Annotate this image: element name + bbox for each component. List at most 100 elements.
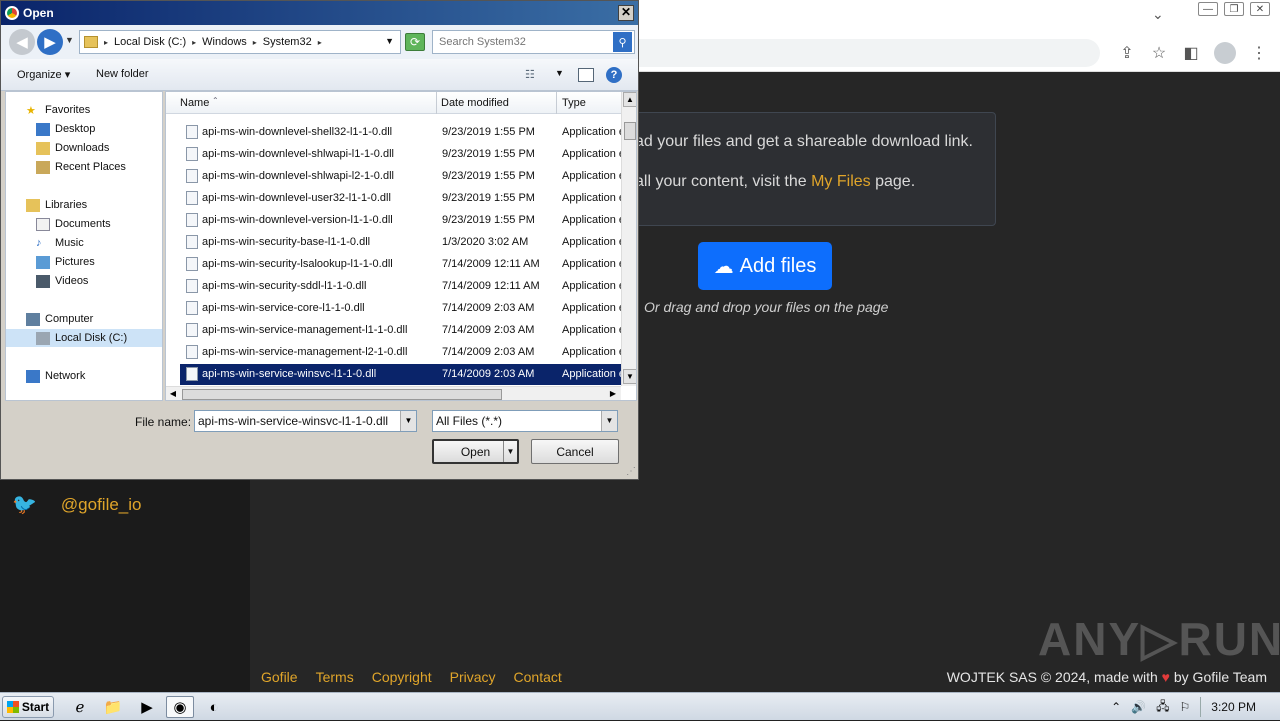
chrome-icon[interactable]: ◉ xyxy=(166,696,194,718)
view-dropdown-icon[interactable]: ▼ xyxy=(555,68,564,78)
file-row[interactable]: api-ms-win-service-management-l2-1-0.dll… xyxy=(180,342,625,363)
file-row[interactable]: api-ms-win-downlevel-shlwapi-l1-1-0.dll 9… xyxy=(180,144,625,165)
my-files-link[interactable]: My Files xyxy=(811,173,871,190)
file-name-dropdown-icon[interactable]: ▼ xyxy=(400,411,416,431)
twitter-link[interactable]: 🐦 @gofile_io xyxy=(12,492,142,517)
scroll-down-icon[interactable]: ▼ xyxy=(623,369,636,384)
media-player-icon[interactable]: ▶ xyxy=(133,696,161,718)
resize-grip-icon[interactable]: ⋰ xyxy=(626,466,636,477)
nav-local-disk[interactable]: Local Disk (C:) xyxy=(6,329,162,347)
share-icon[interactable]: ⇪ xyxy=(1118,43,1136,63)
crumb-system32[interactable]: System32 xyxy=(263,36,312,48)
twitter-handle[interactable]: @gofile_io xyxy=(61,495,142,515)
vertical-scrollbar[interactable]: ▲ ▼ xyxy=(621,92,636,386)
nav-desktop[interactable]: Desktop xyxy=(36,120,95,138)
open-button[interactable]: Open ▼ xyxy=(432,439,519,464)
column-name[interactable]: Name xyxy=(180,97,209,109)
nav-computer[interactable]: Computer xyxy=(26,310,93,328)
nav-pictures[interactable]: Pictures xyxy=(36,253,95,271)
breadcrumb[interactable]: ▸ Local Disk (C:) ▸ Windows ▸ System32 ▸… xyxy=(79,30,401,54)
file-row[interactable]: api-ms-win-security-sddl-l1-1-0.dll 7/14/… xyxy=(180,276,625,297)
footer-link-gofile[interactable]: Gofile xyxy=(261,669,298,685)
chevron-right-icon[interactable]: ▸ xyxy=(192,38,196,47)
address-dropdown-icon[interactable]: ▼ xyxy=(385,36,394,46)
file-name-input[interactable] xyxy=(195,411,400,431)
close-icon[interactable]: ✕ xyxy=(1250,2,1270,16)
nav-documents[interactable]: Documents xyxy=(36,215,111,233)
filter-dropdown-icon[interactable]: ▼ xyxy=(601,411,617,431)
vertical-scroll-thumb[interactable] xyxy=(624,122,636,140)
forward-button[interactable]: ▶ xyxy=(37,29,63,55)
file-row[interactable]: api-ms-win-downlevel-version-l1-1-0.dll 9… xyxy=(180,210,625,231)
minimize-icon[interactable]: — xyxy=(1198,2,1218,16)
recent-locations-dropdown[interactable]: ▼ xyxy=(65,35,74,45)
refresh-button[interactable]: ⟳ xyxy=(405,33,425,51)
sidebar-icon[interactable]: ◧ xyxy=(1182,43,1200,63)
address-bar[interactable] xyxy=(600,39,1100,67)
file-name-combobox[interactable]: ▼ xyxy=(194,410,417,432)
menu-icon[interactable]: ⋮ xyxy=(1250,43,1268,63)
crumb-windows[interactable]: Windows xyxy=(202,36,247,48)
column-divider[interactable] xyxy=(436,92,437,114)
help-icon[interactable]: ? xyxy=(606,67,622,83)
clock[interactable]: 3:20 PM xyxy=(1211,700,1256,714)
dialog-close-button[interactable]: ✕ xyxy=(618,5,634,21)
chevron-right-icon[interactable]: ▸ xyxy=(318,38,322,47)
nav-downloads[interactable]: Downloads xyxy=(36,139,109,157)
action-center-flag-icon[interactable]: ⚐ xyxy=(1180,700,1191,714)
chevron-right-icon[interactable]: ▸ xyxy=(253,38,257,47)
nav-favorites[interactable]: ★ Favorites xyxy=(26,101,90,119)
internet-explorer-icon[interactable]: ℯ xyxy=(66,696,94,718)
file-row[interactable]: api-ms-win-service-management-l1-1-0.dll… xyxy=(180,320,625,341)
footer-link-terms[interactable]: Terms xyxy=(316,669,354,685)
scroll-right-icon[interactable]: ▶ xyxy=(606,387,620,400)
profile-icon[interactable] xyxy=(1214,42,1236,64)
file-row[interactable]: api-ms-win-security-lsalookup-l1-1-0.dll… xyxy=(180,254,625,275)
column-divider[interactable] xyxy=(556,92,557,114)
add-files-button[interactable]: ☁ Add files xyxy=(698,242,832,290)
cancel-button[interactable]: Cancel xyxy=(531,439,619,464)
edge-icon[interactable]: ◐ xyxy=(200,696,228,718)
scroll-left-icon[interactable]: ◀ xyxy=(166,387,180,400)
file-type-filter[interactable]: All Files (*.*) ▼ xyxy=(432,410,618,432)
view-options-icon[interactable]: ☷ xyxy=(525,68,535,81)
organize-button[interactable]: Organize ▾ xyxy=(17,68,70,81)
horizontal-scrollbar[interactable]: ◀ ▶ xyxy=(166,386,621,400)
file-row[interactable]: api-ms-win-service-core-l1-1-0.dll 7/14/2… xyxy=(180,298,625,319)
file-explorer-icon[interactable]: 📁 xyxy=(99,696,127,718)
file-row[interactable]: api-ms-win-downlevel-shlwapi-l2-1-0.dll 9… xyxy=(180,166,625,187)
restore-icon[interactable]: ❐ xyxy=(1224,2,1244,16)
chevron-right-icon[interactable]: ▸ xyxy=(104,38,108,47)
nav-network[interactable]: Network xyxy=(26,367,85,385)
back-button[interactable]: ◀ xyxy=(9,29,35,55)
new-folder-button[interactable]: New folder xyxy=(96,68,149,80)
search-input[interactable] xyxy=(433,31,613,53)
column-date[interactable]: Date modified xyxy=(441,97,509,109)
star-icon[interactable]: ☆ xyxy=(1150,43,1168,63)
file-row[interactable]: api-ms-win-downlevel-shell32-l1-1-0.dll 9… xyxy=(180,122,625,143)
horizontal-scroll-thumb[interactable] xyxy=(182,389,502,400)
tray-expand-icon[interactable]: ⌃ xyxy=(1111,700,1121,714)
dialog-titlebar[interactable]: Open xyxy=(1,1,638,25)
start-button[interactable]: Start xyxy=(2,696,54,718)
nav-videos[interactable]: Videos xyxy=(36,272,88,290)
tab-search-chevron-icon[interactable]: ⌄ xyxy=(1152,6,1164,23)
crumb-local-disk[interactable]: Local Disk (C:) xyxy=(114,36,186,48)
column-type[interactable]: Type xyxy=(562,97,586,109)
nav-recent-places[interactable]: Recent Places xyxy=(36,158,126,176)
footer-link-copyright[interactable]: Copyright xyxy=(372,669,432,685)
network-icon[interactable]: 🖧 xyxy=(1156,697,1169,718)
nav-libraries[interactable]: Libraries xyxy=(26,196,87,214)
file-row[interactable]: api-ms-win-security-base-l1-1-0.dll 1/3/2… xyxy=(180,232,625,253)
search-box[interactable]: ⚲ xyxy=(432,30,635,54)
file-row-selected[interactable]: api-ms-win-service-winsvc-l1-1-0.dll 7/14… xyxy=(180,364,625,385)
footer-link-privacy[interactable]: Privacy xyxy=(450,669,496,685)
scroll-up-icon[interactable]: ▲ xyxy=(623,92,636,107)
search-icon[interactable]: ⚲ xyxy=(613,32,632,52)
file-row[interactable]: api-ms-win-downlevel-user32-l1-1-0.dll 9/… xyxy=(180,188,625,209)
nav-music[interactable]: ♪ Music xyxy=(36,234,84,252)
footer-link-contact[interactable]: Contact xyxy=(514,669,562,685)
preview-pane-icon[interactable] xyxy=(578,68,594,82)
open-options-dropdown-icon[interactable]: ▼ xyxy=(503,441,517,462)
volume-icon[interactable]: 🔊 xyxy=(1131,700,1146,714)
